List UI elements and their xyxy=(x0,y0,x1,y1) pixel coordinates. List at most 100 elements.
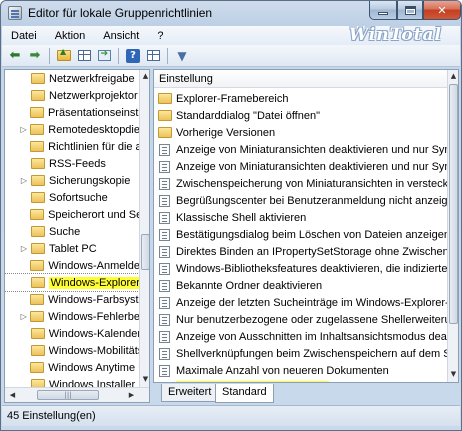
scroll-up-arrow[interactable]: ▲ xyxy=(448,70,458,83)
list-vertical-scrollbar[interactable]: ▲ ▼ xyxy=(447,70,458,382)
help-button[interactable]: ? xyxy=(124,47,142,65)
folder-icon xyxy=(31,73,45,84)
title-bar[interactable]: Editor für lokale Gruppenrichtlinien ✕ xyxy=(1,1,461,25)
policy-setting-row[interactable]: Klassische Shell aktivieren xyxy=(154,209,447,226)
scroll-up-arrow[interactable]: ▲ xyxy=(140,70,149,83)
policy-setting-row[interactable]: Windows-Bibliotheksfeatures deaktivieren… xyxy=(154,260,447,277)
tree-item[interactable]: RSS-Feeds xyxy=(5,155,139,172)
list-item-label: Bekannte Ordner deaktivieren xyxy=(176,279,323,292)
status-bar: 45 Einstellung(en) xyxy=(2,405,460,426)
expand-arrow-icon[interactable]: ▷ xyxy=(19,176,29,185)
policy-setting-icon xyxy=(159,364,170,377)
tree-item-label: Sicherungskopie xyxy=(49,174,131,187)
toolbar-divider xyxy=(118,47,119,64)
menu-help[interactable]: ? xyxy=(148,30,172,42)
expand-arrow-icon[interactable]: ▷ xyxy=(19,125,28,134)
maximize-button[interactable] xyxy=(397,1,423,20)
list-item-label: Bestätigungsdialog beim Löschen von Date… xyxy=(176,228,447,241)
properties-button[interactable] xyxy=(144,47,162,65)
scroll-down-arrow[interactable]: ▼ xyxy=(140,373,149,386)
tree-item[interactable]: Netzwerkfreigabe xyxy=(5,70,139,87)
scroll-left-arrow[interactable]: ◀ xyxy=(6,389,19,402)
list-folder-row[interactable]: Explorer-Framebereich xyxy=(154,90,447,107)
tree-item[interactable]: Sofortsuche xyxy=(5,189,139,206)
policy-setting-row[interactable]: Anzeige von Ausschnitten im Inhaltsansic… xyxy=(154,328,447,345)
tree-item[interactable]: ▷ Windows-Fehlerberi xyxy=(5,308,139,325)
tree-item-label: Präsentationseinstell xyxy=(47,106,139,119)
settings-list: Einstellung Explorer-Framebereich Standar… xyxy=(153,69,459,383)
expand-arrow-icon[interactable]: ▷ xyxy=(19,312,28,321)
policy-setting-row[interactable]: Bekannte Ordner deaktivieren xyxy=(154,277,447,294)
up-folder-button[interactable] xyxy=(55,47,73,65)
expand-arrow-icon[interactable]: ▷ xyxy=(19,244,29,253)
policy-setting-icon xyxy=(159,296,170,309)
tab-standard[interactable]: Standard xyxy=(215,384,274,403)
policy-setting-row[interactable]: Maximale Anzahl von neueren Dokumenten xyxy=(154,362,447,379)
folder-icon xyxy=(158,110,172,121)
tree-item[interactable]: ▷ Remotedesktopdien xyxy=(5,121,139,138)
tree-scroll-thumb[interactable] xyxy=(141,234,149,270)
policy-setting-icon xyxy=(159,143,170,156)
policy-setting-icon xyxy=(159,245,170,258)
policy-setting-row[interactable]: Begrüßungscenter bei Benutzeranmeldung n… xyxy=(154,192,447,209)
tree-item[interactable]: Windows-Explorer xyxy=(5,273,140,292)
policy-setting-row[interactable]: Direktes Binden an IPropertySetStorage o… xyxy=(154,243,447,260)
policy-setting-row[interactable]: CD-Brennfunktionen entfernen xyxy=(154,379,447,382)
tree-item[interactable]: Windows Anytime U xyxy=(5,359,139,376)
policy-setting-icon xyxy=(159,262,170,275)
back-icon[interactable]: ⬅ xyxy=(6,47,24,65)
list-folder-row[interactable]: Standarddialog "Datei öffnen" xyxy=(154,107,447,124)
filter-button[interactable]: ▼ xyxy=(173,47,191,65)
policy-setting-row[interactable]: Bestätigungsdialog beim Löschen von Date… xyxy=(154,226,447,243)
tree-item[interactable]: Netzwerkprojektor xyxy=(5,87,139,104)
up-folder-icon xyxy=(57,47,71,61)
tree-item[interactable]: Windows-Kalender xyxy=(5,325,139,342)
tree-item[interactable]: Windows-Anmeldec xyxy=(5,257,139,274)
tree-item[interactable]: Speicherort und Sen xyxy=(5,206,139,223)
menu-ansicht[interactable]: Ansicht xyxy=(94,30,148,42)
tree-item-label: Richtlinien für die au xyxy=(48,140,139,153)
folder-icon xyxy=(158,127,172,138)
policy-setting-row[interactable]: Zwischenspeicherung von Miniaturansichte… xyxy=(154,175,447,192)
tree-hscroll-thumb[interactable]: ||| xyxy=(37,390,99,400)
tree-item[interactable]: Richtlinien für die au xyxy=(5,138,139,155)
policy-setting-row[interactable]: Anzeige von Miniaturansichten deaktivier… xyxy=(154,158,447,175)
policy-setting-row[interactable]: Anzeige von Miniaturansichten deaktivier… xyxy=(154,141,447,158)
export-list-button[interactable] xyxy=(95,47,113,65)
list-item-label: Windows-Bibliotheksfeatures deaktivieren… xyxy=(176,262,447,275)
list-item-label: Begrüßungscenter bei Benutzeranmeldung n… xyxy=(176,194,447,207)
show-hide-tree-button[interactable] xyxy=(75,47,93,65)
tree-item[interactable]: ▷ Tablet PC xyxy=(5,240,139,257)
window-title: Editor für lokale Gruppenrichtlinien xyxy=(28,6,213,20)
tree-item[interactable]: ▷ Sicherungskopie xyxy=(5,172,139,189)
menu-aktion[interactable]: Aktion xyxy=(46,30,95,42)
tree-item[interactable]: Präsentationseinstell xyxy=(5,104,139,121)
tree-item[interactable]: Windows-Farbsyster xyxy=(5,291,139,308)
folder-icon xyxy=(31,175,45,186)
menu-datei[interactable]: Datei xyxy=(2,30,46,42)
policy-setting-row[interactable]: Shellverknüpfungen beim Zwischenspeicher… xyxy=(154,345,447,362)
column-header-setting[interactable]: Einstellung xyxy=(154,70,448,88)
list-item-label: Standarddialog "Datei öffnen" xyxy=(176,109,320,122)
tree-vertical-scrollbar[interactable]: ▲ ▼ xyxy=(139,70,149,387)
tab-erweitert[interactable]: Erweitert xyxy=(161,384,219,402)
tree-item[interactable]: Suche xyxy=(5,223,139,240)
scroll-right-arrow[interactable]: ▶ xyxy=(125,389,138,402)
folder-icon xyxy=(30,311,45,322)
close-button[interactable]: ✕ xyxy=(423,1,461,20)
list-item-label: Anzeige von Ausschnitten im Inhaltsansic… xyxy=(176,330,447,343)
tree-horizontal-scrollbar[interactable]: ◀ ||| ▶ xyxy=(5,387,149,402)
properties-icon xyxy=(146,50,160,61)
view-tabs: Erweitert Standard xyxy=(153,384,459,404)
tree-item-label: Windows-Anmeldec xyxy=(48,259,139,272)
list-item-label: Anzeige von Miniaturansichten deaktivier… xyxy=(176,143,447,156)
scroll-down-arrow[interactable]: ▼ xyxy=(448,368,458,381)
tree-item[interactable]: Windows-Mobilitäts xyxy=(5,342,139,359)
minimize-button[interactable] xyxy=(369,1,397,20)
list-scroll-thumb[interactable] xyxy=(449,84,458,324)
policy-setting-row[interactable]: Anzeige der letzten Sucheinträge im Wind… xyxy=(154,294,447,311)
policy-setting-row[interactable]: Nur benutzerbezogene oder zugelassene Sh… xyxy=(154,311,447,328)
list-folder-row[interactable]: Vorherige Versionen xyxy=(154,124,447,141)
filter-icon: ▼ xyxy=(177,48,187,63)
forward-icon[interactable]: ➡ xyxy=(26,47,44,65)
